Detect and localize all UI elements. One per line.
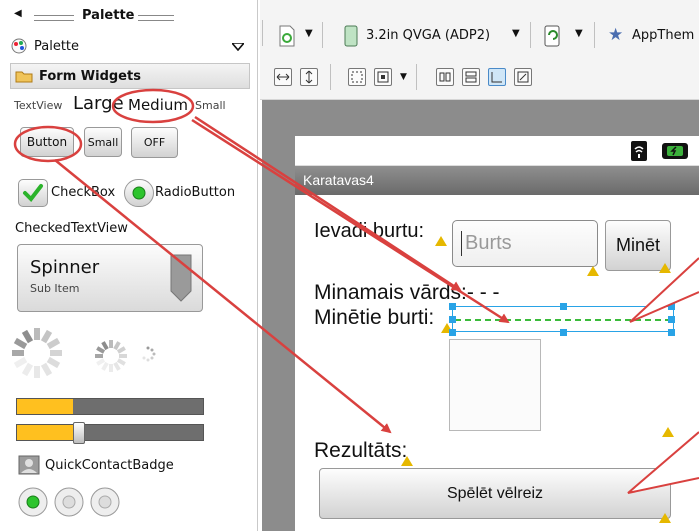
callout-textview — [629, 257, 699, 323]
arrow-medium-to-word — [194, 115, 462, 292]
highlight-medium — [111, 88, 195, 124]
callout-replay — [627, 431, 699, 494]
annotation-overlay — [13, 88, 699, 494]
arrow-button-to-replay — [54, 159, 392, 434]
highlight-button — [13, 125, 83, 163]
arrow-medium-to-letters — [191, 118, 510, 324]
designer-window: ◀ Palette Palette Form Widgets TextView … — [0, 0, 699, 531]
